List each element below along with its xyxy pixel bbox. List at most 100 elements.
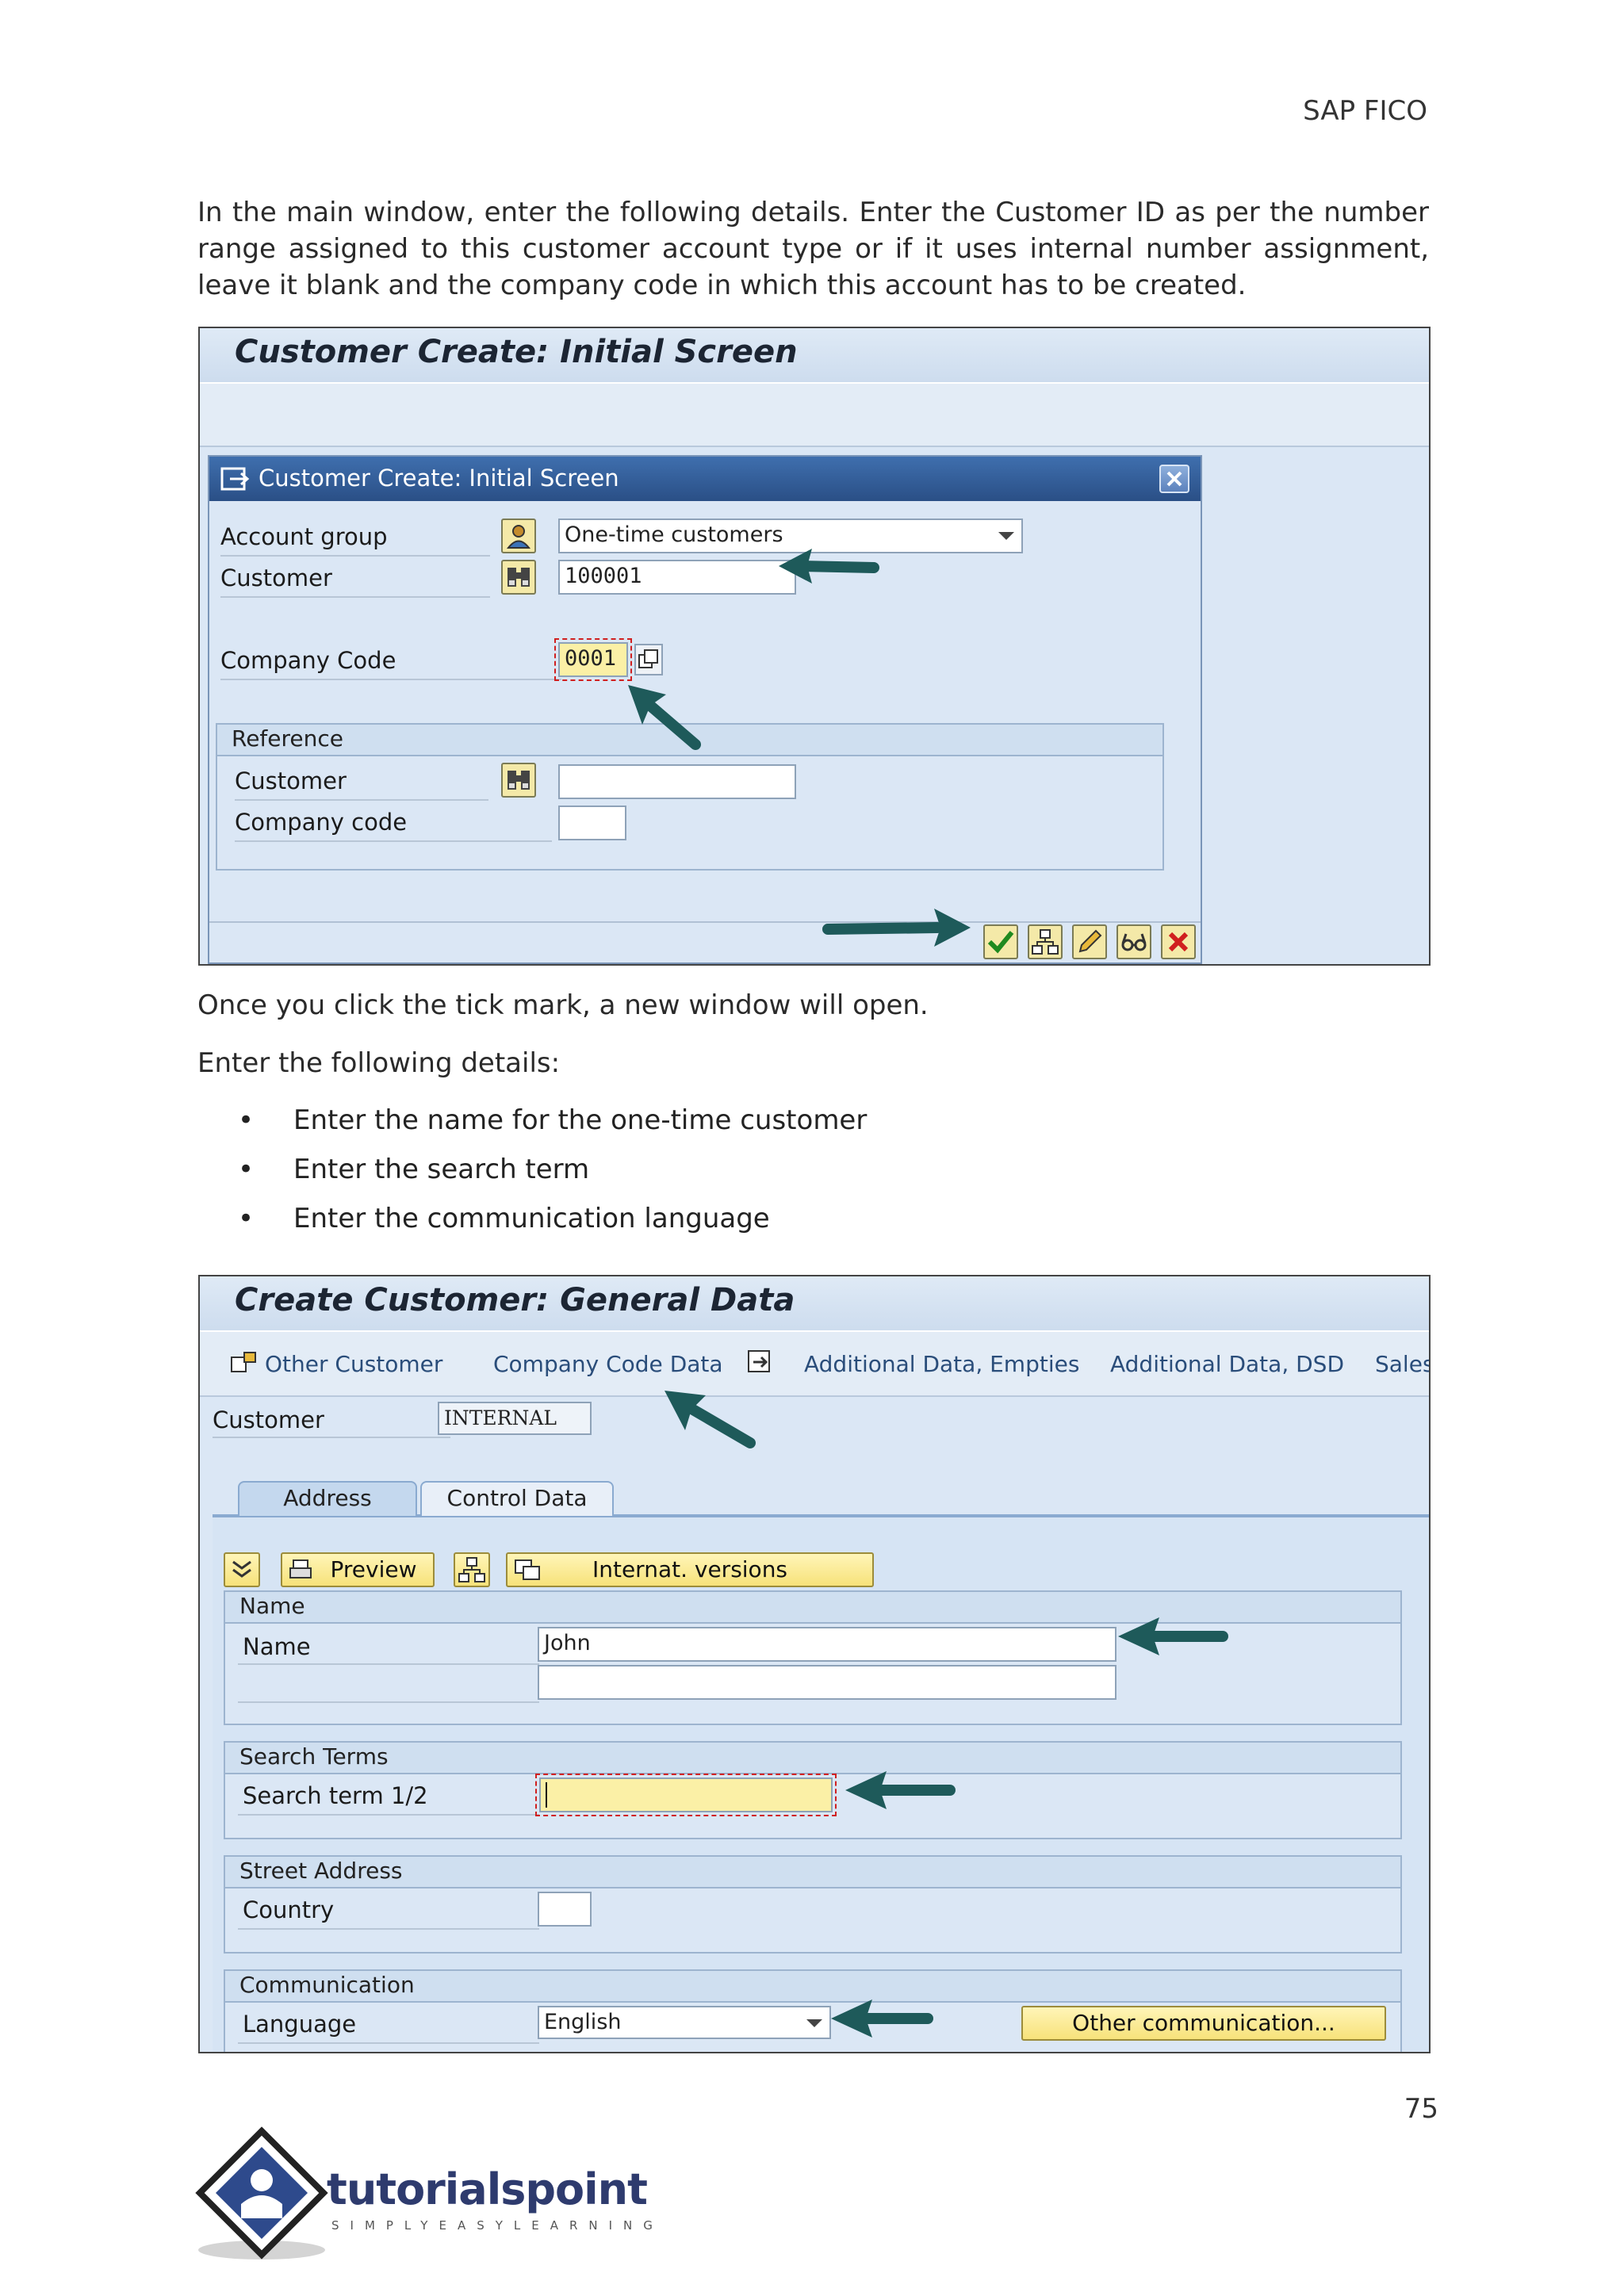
printer-icon <box>289 1559 312 1578</box>
sales-button[interactable]: Sales <box>1375 1351 1429 1377</box>
divider <box>213 1437 450 1438</box>
display-button[interactable] <box>1116 924 1151 959</box>
communication-group-title: Communication <box>225 1971 1400 2003</box>
list-item-text: Enter the name for the one-time customer <box>293 1104 868 1136</box>
check-icon <box>987 931 1014 954</box>
expand-button[interactable] <box>224 1552 260 1587</box>
tab-address[interactable]: Address <box>238 1481 417 1516</box>
preview-button-label: Preview <box>330 1556 417 1582</box>
copy-icon <box>638 649 658 668</box>
tab-content-address: Preview Internat. versions Name Name Joh… <box>213 1517 1429 2052</box>
customer-display-value: INTERNAL <box>444 1406 557 1429</box>
name-group-title: Name <box>225 1592 1400 1624</box>
language-select[interactable]: English <box>538 2006 831 2039</box>
dialog-footer-toolbar <box>979 924 1196 964</box>
account-group-icon-button[interactable] <box>501 519 536 553</box>
cancel-icon <box>1168 932 1189 952</box>
tab-control-data-label: Control Data <box>446 1485 588 1511</box>
additional-data-icon <box>748 1350 770 1372</box>
additional-data-dsd-button[interactable]: Additional Data, DSD <box>1110 1351 1344 1377</box>
binoculars-icon <box>508 771 530 790</box>
divider <box>238 1663 539 1665</box>
continue-button[interactable] <box>983 924 1018 959</box>
additional-data-empties-button[interactable]: Additional Data, Empties <box>804 1351 1079 1377</box>
logo-wordmark: tutorialspoint <box>327 2164 648 2214</box>
logo-tagline: SIMPLYEASYLEARNING <box>331 2218 664 2233</box>
company-code-multiselect-button[interactable] <box>634 644 663 675</box>
customer-input[interactable]: 100001 <box>558 560 796 595</box>
page-number: 75 <box>1404 2093 1438 2125</box>
name-group: Name Name John <box>224 1590 1402 1725</box>
hierarchy-button[interactable] <box>454 1552 490 1587</box>
bullet-icon: • <box>238 1203 255 1234</box>
bullet-icon: • <box>238 1154 255 1185</box>
divider <box>235 799 488 801</box>
country-input[interactable] <box>538 1892 592 1927</box>
customer-label: Customer <box>220 564 332 591</box>
company-code-value: 0001 <box>565 646 617 671</box>
customer-search-button[interactable] <box>501 560 536 595</box>
paragraph-enter-details: Enter the following details: <box>197 1047 561 1079</box>
other-customer-button[interactable]: Other Customer <box>265 1351 442 1377</box>
search-term-input[interactable] <box>535 1774 837 1816</box>
text-cursor <box>546 1781 547 1808</box>
dialog-title: Customer Create: Initial Screen <box>259 465 619 492</box>
language-label: Language <box>243 2011 357 2038</box>
chevron-down-icon <box>806 2019 822 2027</box>
name-label: Name <box>243 1633 311 1660</box>
edit-button[interactable] <box>1072 924 1107 959</box>
logo-emblem-icon <box>195 2126 328 2260</box>
account-group-value: One-time customers <box>565 522 783 547</box>
hierarchy-button[interactable] <box>1028 924 1063 959</box>
close-icon <box>1166 471 1182 487</box>
logo-text: tutorialspoint <box>327 2164 648 2214</box>
name-input[interactable]: John <box>538 1627 1116 1662</box>
other-communication-button[interactable]: Other communication... <box>1021 2006 1386 2041</box>
screen-title: Customer Create: Initial Screen <box>200 328 1429 382</box>
screenshot-initial-screen: Customer Create: Initial Screen Customer… <box>198 327 1431 966</box>
list-item-text: Enter the communication language <box>293 1203 770 1234</box>
country-label: Country <box>243 1896 335 1923</box>
cancel-button[interactable] <box>1161 924 1196 959</box>
divider <box>220 555 490 557</box>
other-communication-label: Other communication... <box>1072 2010 1335 2036</box>
street-address-group-title: Street Address <box>225 1857 1400 1888</box>
reference-company-code-input[interactable] <box>558 806 626 840</box>
screen-title: Create Customer: General Data <box>200 1276 1429 1330</box>
company-code-data-button[interactable]: Company Code Data <box>493 1351 723 1377</box>
details-list: • Enter the name for the one-time custome… <box>238 1102 867 1249</box>
chevron-down-icon <box>998 532 1014 540</box>
reference-customer-search-button[interactable] <box>501 763 536 798</box>
company-code-label: Company Code <box>220 647 396 674</box>
reference-group-title: Reference <box>217 725 1162 756</box>
internat-versions-label: Internat. versions <box>592 1556 788 1582</box>
divider <box>238 2042 539 2044</box>
bullet-icon: • <box>238 1104 255 1136</box>
reference-group: Reference Customer Company code <box>216 723 1164 871</box>
tab-address-label: Address <box>283 1485 372 1511</box>
list-item: • Enter the search term <box>238 1151 867 1200</box>
search-terms-group-title: Search Terms <box>225 1743 1400 1774</box>
divider <box>220 596 490 598</box>
screenshot-general-data: Create Customer: General Data Other Cust… <box>198 1275 1431 2053</box>
internat-versions-button[interactable]: Internat. versions <box>506 1552 874 1587</box>
dialog-window-icon <box>220 467 250 491</box>
edit-icon <box>1078 929 1102 953</box>
divider <box>220 679 561 680</box>
divider <box>238 1928 539 1930</box>
reference-company-code-label: Company code <box>235 809 408 836</box>
divider <box>238 1814 539 1816</box>
paragraph-tick-mark: Once you click the tick mark, a new wind… <box>197 989 929 1021</box>
expand-icon <box>232 1560 251 1578</box>
application-toolbar: Other Customer Company Code Data Additio… <box>200 1330 1429 1397</box>
name-2-input[interactable] <box>538 1665 1116 1700</box>
dialog-titlebar: Customer Create: Initial Screen <box>209 457 1201 501</box>
company-code-input[interactable]: 0001 <box>554 638 632 681</box>
reference-customer-label: Customer <box>235 767 347 794</box>
account-group-select[interactable]: One-time customers <box>558 519 1023 553</box>
dialog-close-button[interactable] <box>1159 465 1189 493</box>
dialog-footer-divider <box>209 921 1201 923</box>
tab-control-data[interactable]: Control Data <box>420 1481 614 1516</box>
reference-customer-input[interactable] <box>558 764 796 799</box>
preview-button[interactable]: Preview <box>281 1552 435 1587</box>
